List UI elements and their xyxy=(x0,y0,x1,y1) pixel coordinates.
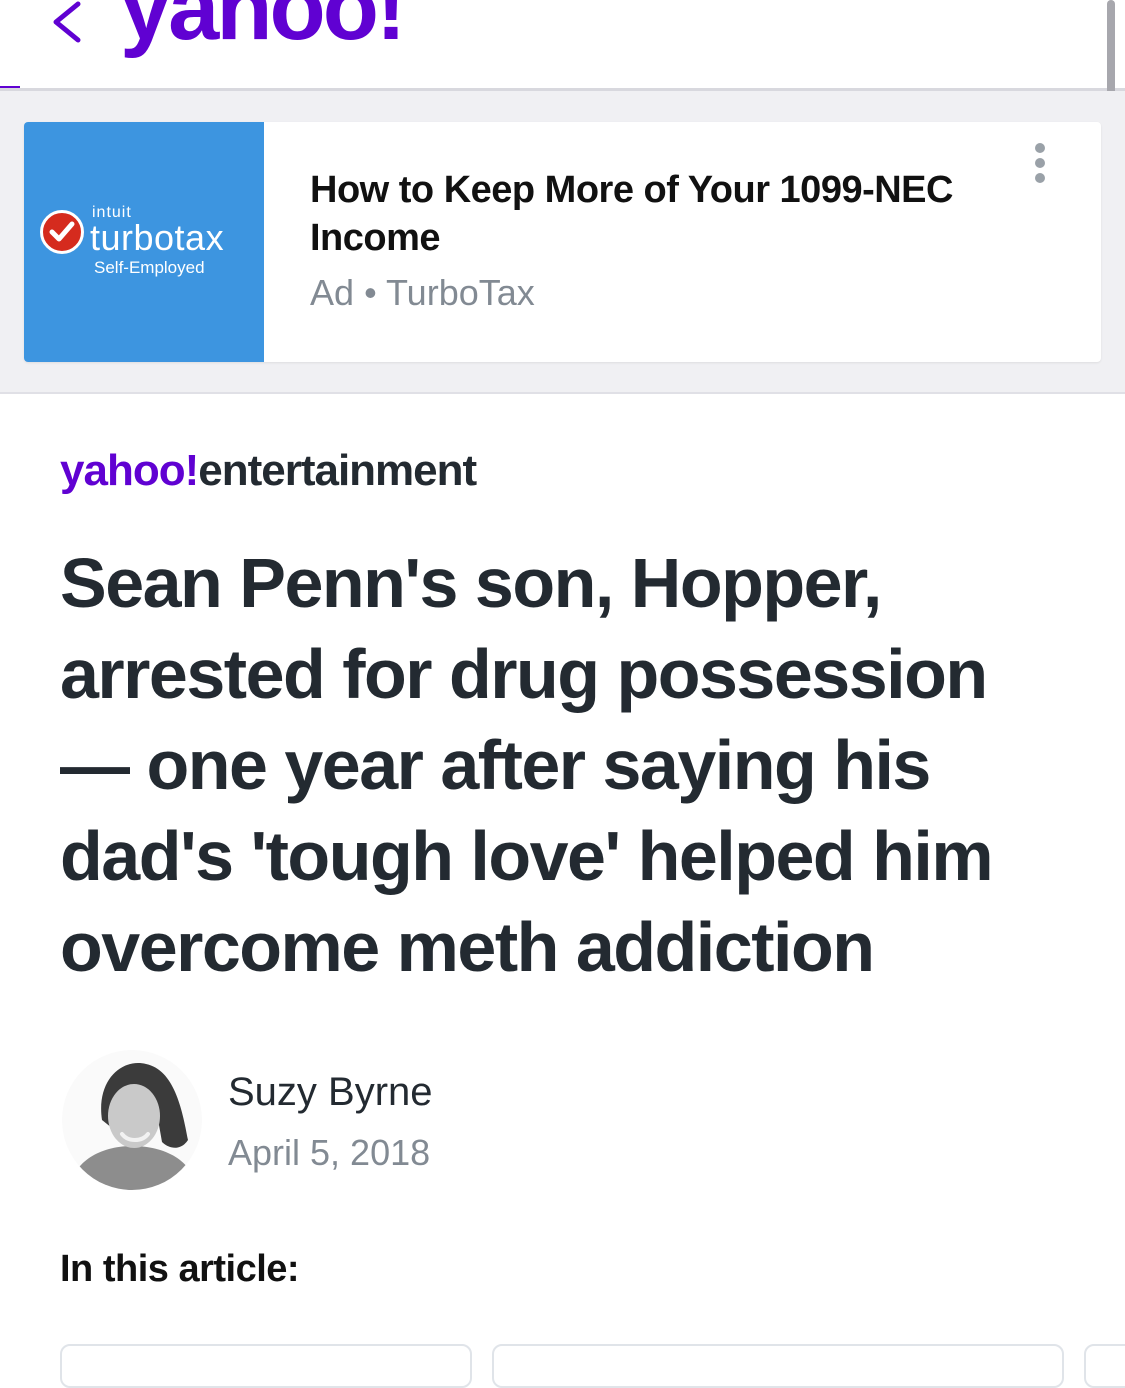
in-this-article-heading: In this article: xyxy=(60,1248,300,1290)
article-headline: Sean Penn's son, Hopper, arrested for dr… xyxy=(60,544,994,986)
ad-divider xyxy=(0,392,1125,394)
ad-image-sub-text: Self-Employed xyxy=(94,258,205,277)
ticker-chip[interactable] xyxy=(492,1344,1064,1388)
more-options-icon[interactable] xyxy=(1032,140,1048,188)
back-chevron-icon[interactable] xyxy=(44,0,94,50)
ad-image[interactable]: intuit turbotax Self-Employed xyxy=(24,122,264,362)
ticker-chip[interactable] xyxy=(1084,1344,1125,1388)
turbotax-check-icon xyxy=(40,210,84,254)
provider-section: entertainment xyxy=(198,446,477,495)
ad-meta: Ad • TurboTax xyxy=(310,272,535,314)
ad-label: Ad xyxy=(310,272,355,313)
ad-separator: • xyxy=(364,272,377,313)
ad-sponsor: TurboTax xyxy=(386,272,535,313)
provider-brand: yahoo! xyxy=(60,446,199,495)
ad-title[interactable]: How to Keep More of Your 1099-NEC Income xyxy=(310,166,1050,262)
yahoo-logo[interactable]: yahoo! xyxy=(120,0,407,54)
author-name[interactable]: Suzy Byrne xyxy=(228,1070,433,1115)
top-bar: yahoo! xyxy=(0,0,1125,88)
publish-date: April 5, 2018 xyxy=(228,1132,431,1173)
ticker-chip[interactable] xyxy=(60,1344,472,1388)
ad-card[interactable]: intuit turbotax Self-Employed How to Kee… xyxy=(24,122,1101,362)
author-avatar[interactable] xyxy=(62,1050,202,1190)
provider-logo[interactable]: yahoo!entertainment xyxy=(60,446,477,496)
ad-image-brand-text: turbotax xyxy=(90,217,225,258)
